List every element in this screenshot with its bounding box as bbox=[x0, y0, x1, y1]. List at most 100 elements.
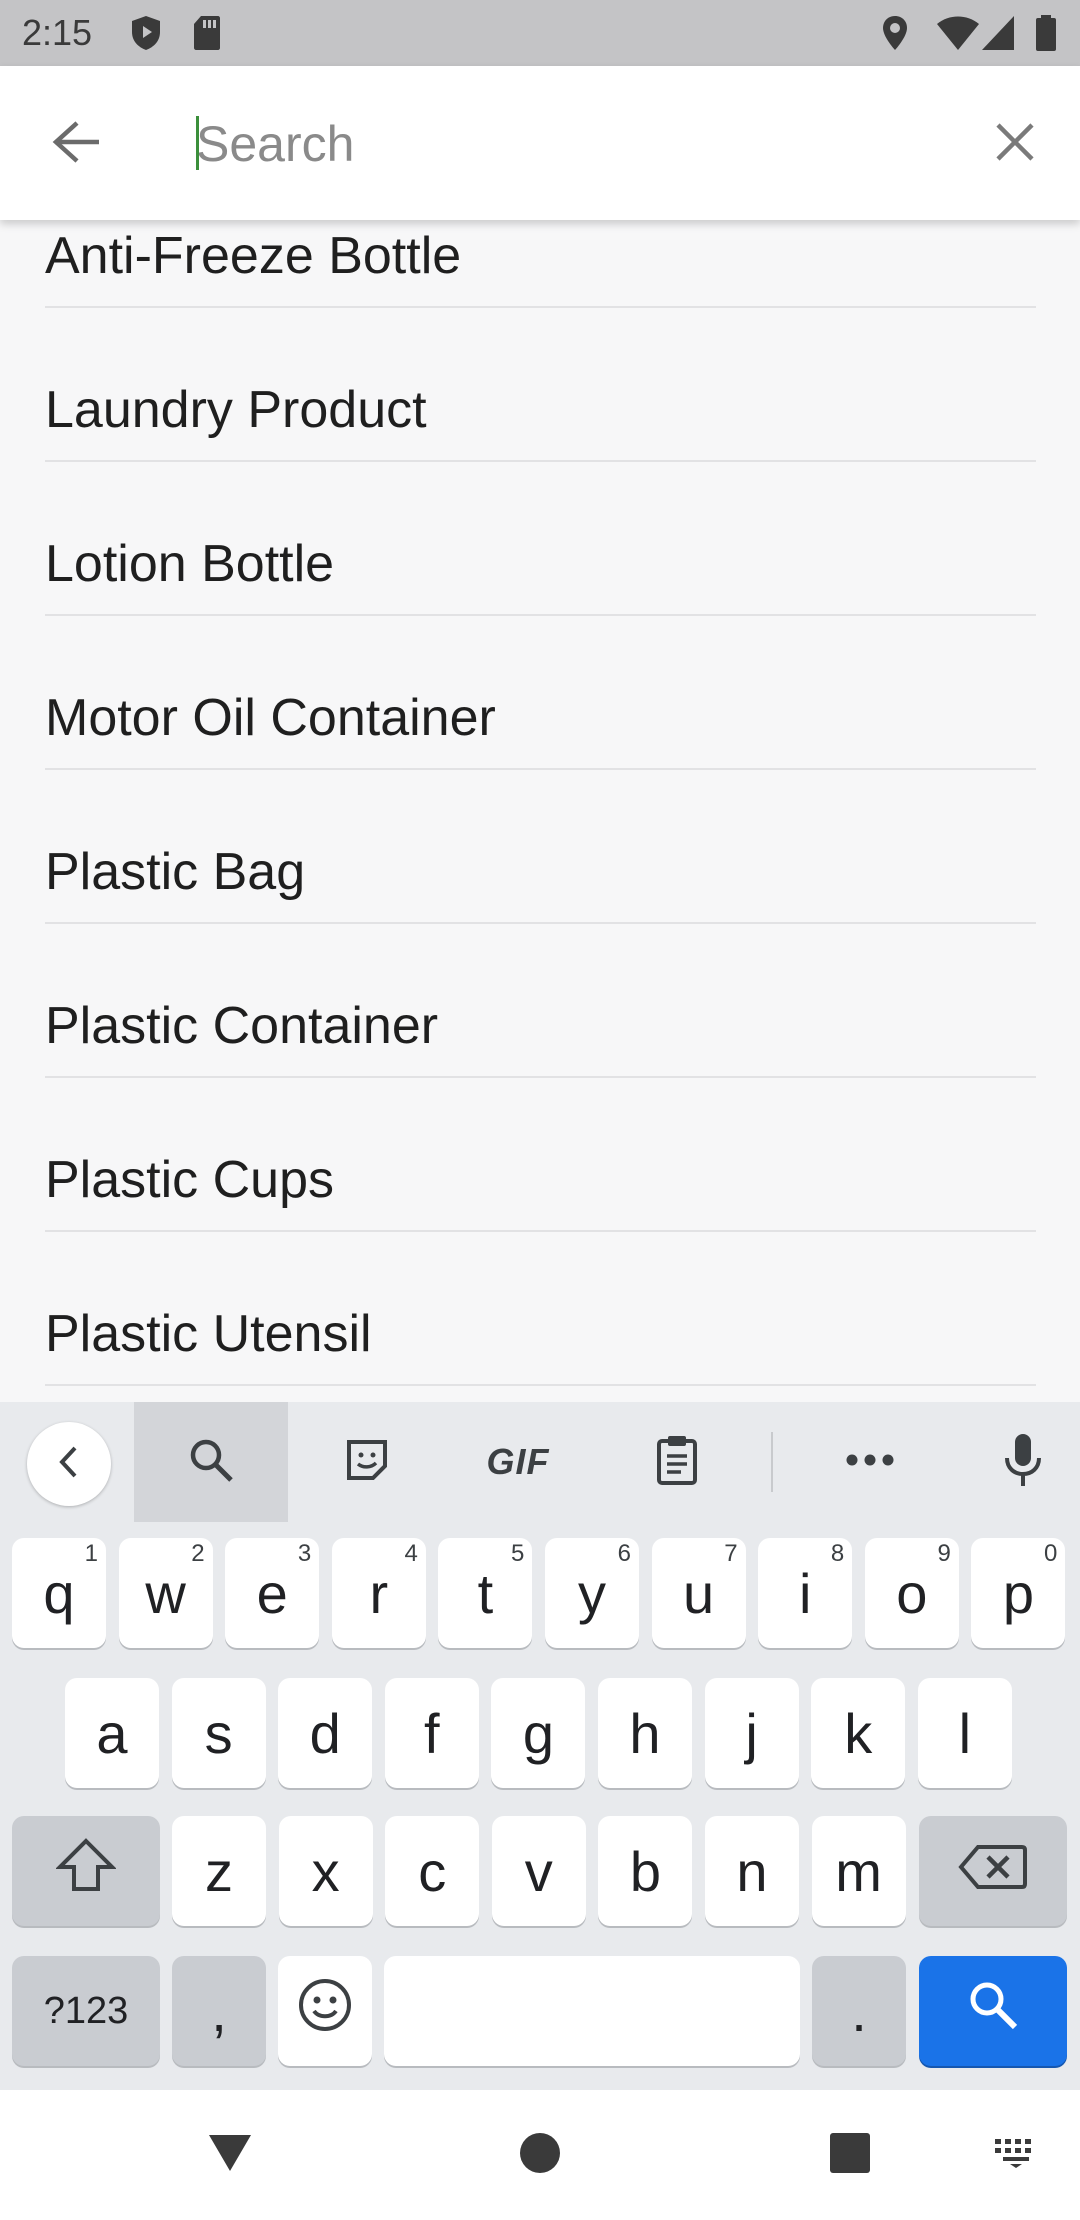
search-field bbox=[196, 106, 956, 182]
list-item-label: Plastic Container bbox=[45, 997, 439, 1055]
key-hint: 1 bbox=[84, 1540, 98, 1567]
status-time: 2:15 bbox=[22, 12, 93, 53]
key-l[interactable]: l bbox=[917, 1678, 1012, 1788]
square-recents-icon bbox=[830, 2132, 870, 2178]
key-q[interactable]: q1 bbox=[12, 1538, 106, 1648]
keyboard-switch-button[interactable] bbox=[976, 2090, 1056, 2220]
key-label: r bbox=[369, 1561, 389, 1625]
close-icon bbox=[995, 122, 1035, 167]
period-key[interactable]: . bbox=[812, 1956, 906, 2066]
key-label: e bbox=[256, 1561, 288, 1625]
search-input[interactable] bbox=[196, 106, 956, 182]
arrow-left-icon bbox=[52, 120, 102, 169]
key-c[interactable]: c bbox=[385, 1816, 480, 1926]
shield-play-icon bbox=[130, 14, 162, 57]
system-nav-bar bbox=[0, 2090, 1080, 2220]
key-r[interactable]: r4 bbox=[331, 1538, 426, 1648]
list-item[interactable]: Plastic Cups bbox=[45, 1078, 1036, 1232]
nav-home-button[interactable] bbox=[500, 2090, 580, 2220]
key-m[interactable]: m bbox=[811, 1816, 906, 1926]
on-screen-keyboard: GIF ?123 , . q 1 w 2 e 3 r 4 t 5 y 6 u 7… bbox=[0, 1402, 1080, 2090]
more-options-button[interactable] bbox=[820, 1402, 920, 1522]
toolbar-divider bbox=[771, 1432, 773, 1492]
list-item[interactable]: Plastic Container bbox=[45, 924, 1036, 1078]
symbols-key[interactable]: ?123 bbox=[12, 1956, 160, 2066]
list-item[interactable]: Motor Oil Container bbox=[45, 616, 1036, 770]
key-n[interactable]: n bbox=[705, 1816, 799, 1926]
microphone-icon bbox=[1003, 1432, 1043, 1493]
status-bar: 2:15 bbox=[0, 0, 1080, 66]
key-w[interactable]: w2 bbox=[118, 1538, 213, 1648]
signal-icon bbox=[980, 14, 1016, 57]
search-icon bbox=[188, 1437, 234, 1488]
key-k[interactable]: k bbox=[811, 1678, 906, 1788]
key-s[interactable]: s bbox=[171, 1678, 266, 1788]
key-d[interactable]: d bbox=[278, 1678, 373, 1788]
key-x[interactable]: x bbox=[278, 1816, 373, 1926]
circle-home-icon bbox=[519, 2132, 561, 2179]
keyboard-search-button[interactable] bbox=[134, 1402, 288, 1522]
key-g[interactable]: g bbox=[491, 1678, 586, 1788]
list-item-label: Laundry Product bbox=[45, 381, 427, 439]
chevron-left-icon bbox=[57, 1444, 81, 1485]
key-hint: 7 bbox=[724, 1540, 738, 1567]
list-item-label: Plastic Bag bbox=[45, 843, 306, 901]
sd-card-icon bbox=[192, 14, 222, 57]
key-h[interactable]: h bbox=[598, 1678, 692, 1788]
search-toolbar bbox=[0, 66, 1080, 220]
key-hint: 9 bbox=[937, 1540, 951, 1567]
list-item-label: Anti-Freeze Bottle bbox=[45, 227, 462, 285]
key-p[interactable]: p0 bbox=[971, 1538, 1066, 1648]
key-e[interactable]: e3 bbox=[225, 1538, 320, 1648]
key-hint: 3 bbox=[297, 1540, 312, 1567]
key-o[interactable]: o9 bbox=[864, 1538, 959, 1648]
key-z[interactable]: z bbox=[172, 1816, 266, 1926]
key-label: o bbox=[896, 1561, 928, 1625]
list-item[interactable]: Anti-Freeze Bottle bbox=[45, 220, 1036, 308]
key-hint: 0 bbox=[1044, 1540, 1058, 1567]
voice-input-button[interactable] bbox=[976, 1402, 1070, 1522]
list-item[interactable]: Plastic Utensil bbox=[45, 1232, 1036, 1386]
clear-button[interactable] bbox=[980, 110, 1050, 178]
key-label: u bbox=[683, 1561, 715, 1625]
sticker-button[interactable] bbox=[320, 1402, 414, 1522]
nav-back-button[interactable] bbox=[190, 2090, 270, 2220]
list-item-label: Plastic Utensil bbox=[45, 1305, 372, 1363]
key-i[interactable]: i8 bbox=[758, 1538, 853, 1648]
key-f[interactable]: f bbox=[384, 1678, 479, 1788]
clipboard-button[interactable] bbox=[630, 1402, 724, 1522]
keyboard-collapse-button[interactable] bbox=[27, 1422, 111, 1506]
backspace-key[interactable] bbox=[919, 1816, 1067, 1926]
shift-key[interactable] bbox=[12, 1816, 160, 1926]
keyboard-toolbar: GIF bbox=[0, 1402, 1080, 1522]
key-t[interactable]: t5 bbox=[438, 1538, 533, 1648]
list-item-label: Motor Oil Container bbox=[45, 689, 496, 747]
triangle-down-icon bbox=[207, 2133, 253, 2178]
key-hint: 5 bbox=[511, 1540, 525, 1567]
key-a[interactable]: a bbox=[65, 1678, 159, 1788]
gif-label: GIF bbox=[486, 1441, 550, 1482]
back-button[interactable] bbox=[36, 110, 118, 178]
key-y[interactable]: y6 bbox=[545, 1538, 639, 1648]
key-b[interactable]: b bbox=[598, 1816, 693, 1926]
key-label: w bbox=[145, 1561, 186, 1625]
key-v[interactable]: v bbox=[491, 1816, 586, 1926]
space-key[interactable] bbox=[384, 1956, 800, 2066]
list-item[interactable]: Laundry Product bbox=[45, 308, 1036, 462]
key-label: q bbox=[43, 1561, 75, 1625]
search-action-key[interactable] bbox=[919, 1956, 1067, 2066]
emoji-icon bbox=[297, 1977, 353, 2046]
backspace-icon bbox=[958, 1839, 1028, 1904]
list-item[interactable]: Lotion Bottle bbox=[45, 462, 1036, 616]
comma-key[interactable]: , bbox=[172, 1956, 266, 2066]
key-j[interactable]: j bbox=[704, 1678, 799, 1788]
gif-button[interactable]: GIF bbox=[470, 1402, 566, 1522]
list-item[interactable]: Plastic Bag bbox=[45, 770, 1036, 924]
key-label: i bbox=[798, 1561, 812, 1625]
nav-recents-button[interactable] bbox=[810, 2090, 890, 2220]
list-item-label: Plastic Cups bbox=[45, 1151, 334, 1209]
battery-icon bbox=[1034, 14, 1058, 57]
emoji-key[interactable] bbox=[278, 1956, 372, 2066]
key-u[interactable]: u7 bbox=[651, 1538, 746, 1648]
key-hint: 6 bbox=[617, 1540, 631, 1567]
